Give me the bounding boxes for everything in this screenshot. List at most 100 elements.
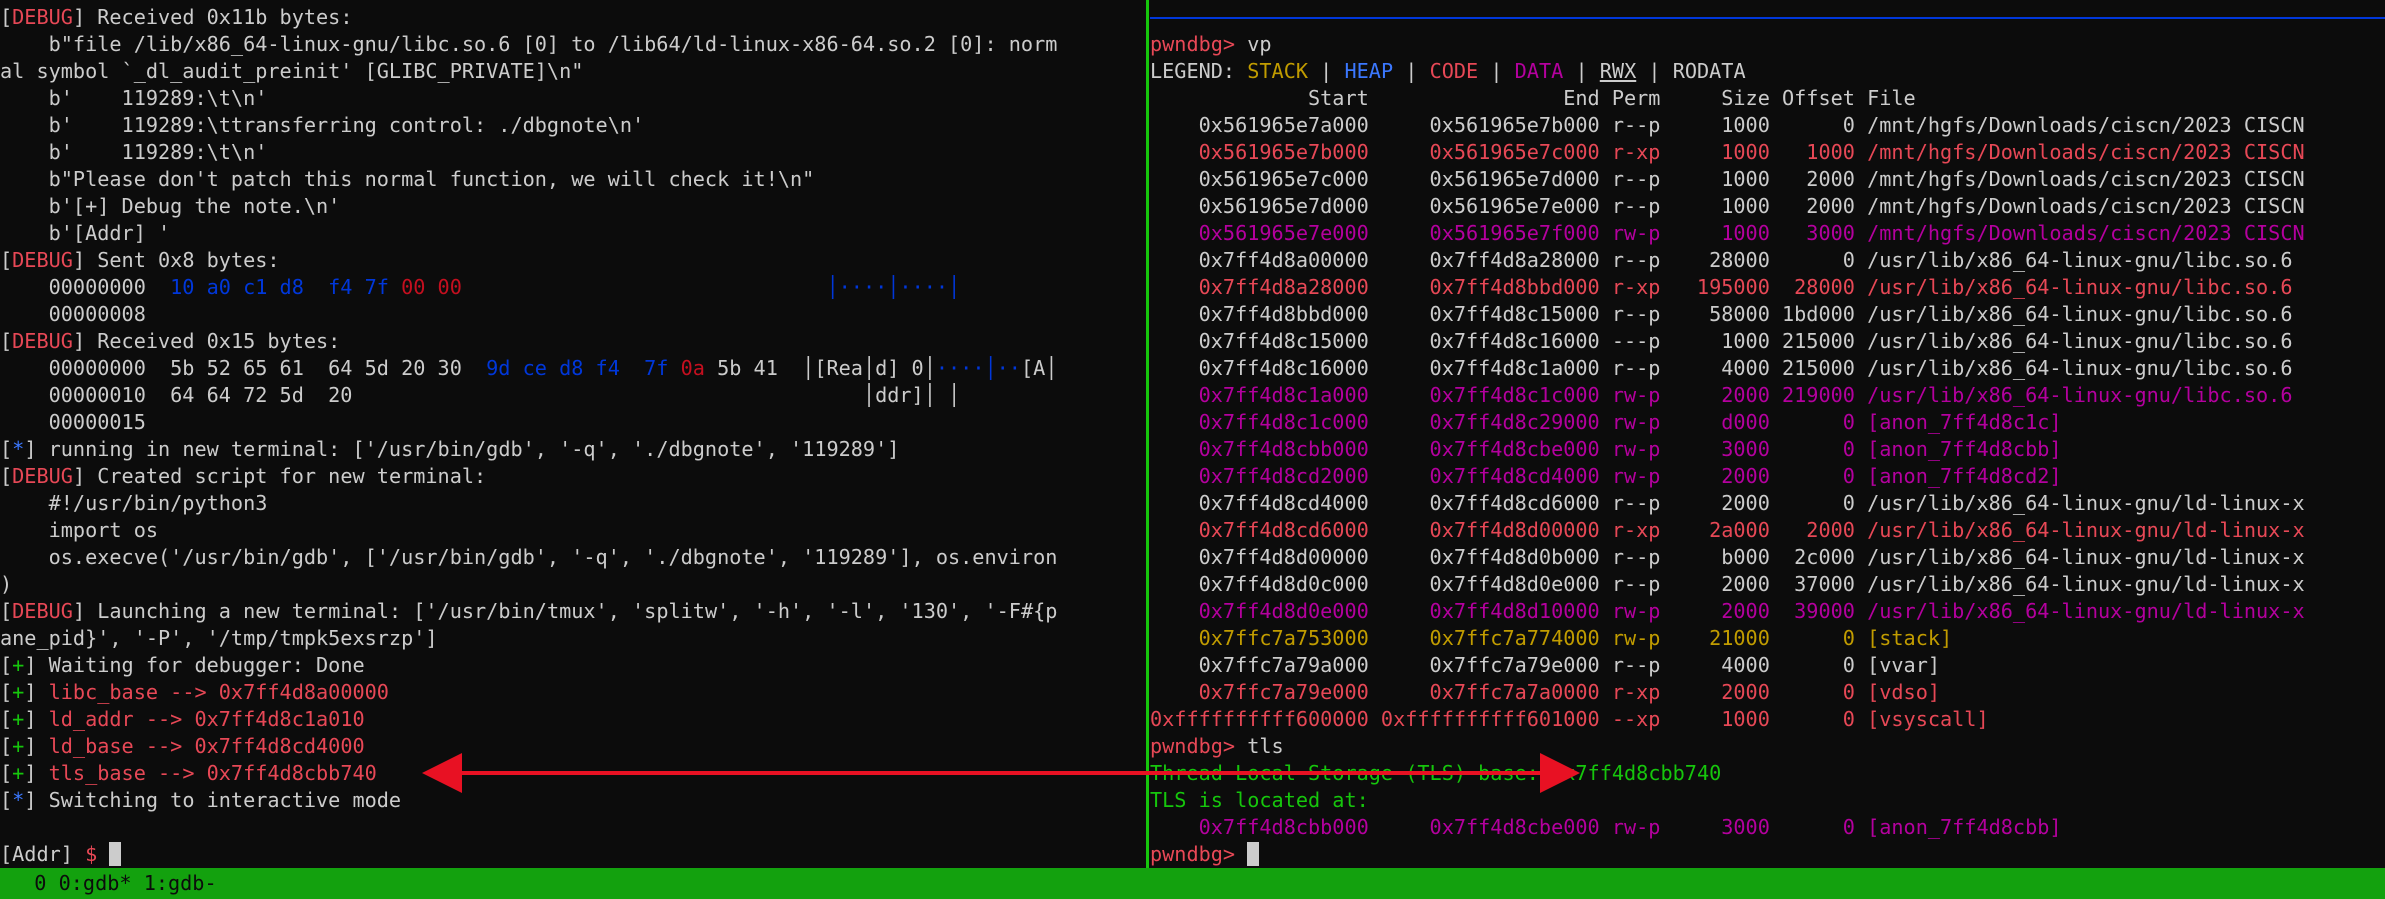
text-segment: Thread Local Storage (TLS) base:: [1150, 761, 1552, 785]
text-segment: ]: [24, 761, 49, 785]
text-segment: 10 a0 c1 d8 f4 7f: [170, 275, 402, 299]
text-segment: 0x7ff4d8c1a000 0x7ff4d8c1c000 rw-p 2000 …: [1150, 383, 2293, 407]
text-segment: [A│: [1020, 356, 1058, 380]
vmmap-row: 0x7ff4d8cd2000 0x7ff4d8cd4000 rw-p 2000 …: [1150, 463, 2062, 490]
text-segment: 00000015: [0, 410, 146, 434]
terminal-line: b"file /lib/x86_64-linux-gnu/libc.so.6 […: [0, 31, 1058, 58]
text-segment: b' 119289:\t\n': [0, 86, 268, 110]
terminal-line: 00000000 5b 52 65 61 64 5d 20 30 9d ce d…: [0, 355, 1058, 382]
text-segment: 0x561965e7d000 0x561965e7e000 r--p 1000 …: [1150, 194, 2305, 218]
text-segment: *: [12, 788, 25, 812]
text-segment: b' 119289:\t\n': [0, 140, 268, 164]
tmux-status-bar: 0 0:gdb* 1:gdb-: [0, 868, 2385, 899]
text-segment: [: [0, 734, 13, 758]
vmmap-row: 0x7ff4d8a28000 0x7ff4d8bbd000 r-xp 19500…: [1150, 274, 2293, 301]
vmmap-row: 0x561965e7d000 0x561965e7e000 r--p 1000 …: [1150, 193, 2305, 220]
text-segment: 0x7ff4d8d0e000 0x7ff4d8d10000 rw-p 2000 …: [1150, 599, 2305, 623]
terminal-line: b' 119289:\ttransferring control: ./dbgn…: [0, 112, 645, 139]
text-segment: b'[+] Debug the note.\n': [0, 194, 341, 218]
text-segment: 0x7ff4d8cbb000 0x7ff4d8cbe000 rw-p 3000 …: [1150, 815, 2062, 839]
left-terminal-pane[interactable]: [DEBUG] Received 0x11b bytes: b"file /li…: [0, 0, 1145, 868]
tmux-window-list[interactable]: 0 0:gdb* 1:gdb-: [10, 870, 216, 897]
text-segment: 0x561965e7c000 0x561965e7d000 r--p 1000 …: [1150, 167, 2305, 191]
terminal-line: b"Please don't patch this normal functio…: [0, 166, 815, 193]
text-segment: 0a: [680, 356, 705, 380]
text-segment: ] running in new terminal: ['/usr/bin/gd…: [24, 437, 900, 461]
text-segment: 0x7ffc7a753000 0x7ffc7a774000 rw-p 21000…: [1150, 626, 1953, 650]
terminal-line: b' 119289:\t\n': [0, 139, 268, 166]
pwndbg-prompt-line: pwndbg> vp: [1150, 31, 1272, 58]
text-segment: +: [12, 734, 25, 758]
terminal-line: [DEBUG] Received 0x11b bytes:: [0, 4, 352, 31]
text-segment: CODE: [1429, 59, 1479, 83]
terminal-line: [+] ld_addr --> 0x7ff4d8c1a010: [0, 706, 365, 733]
terminal-line: 00000000 10 a0 c1 d8 f4 7f 00 00 │····│·…: [0, 274, 961, 301]
vmmap-row: 0x561965e7e000 0x561965e7f000 rw-p 1000 …: [1150, 220, 2305, 247]
text-segment: ]: [24, 680, 49, 704]
text-segment: 0x7ff4d8c16000 0x7ff4d8c1a000 r--p 4000 …: [1150, 356, 2293, 380]
terminal-line: [DEBUG] Launching a new terminal: ['/usr…: [0, 598, 1057, 625]
text-segment: b' 119289:\ttransferring control: ./dbgn…: [0, 113, 645, 137]
vmmap-row: 0x7ff4d8d00000 0x7ff4d8d0b000 r--p b000 …: [1150, 544, 2305, 571]
text-segment: ld_base --> 0x7ff4d8cd4000: [48, 734, 365, 758]
text-segment: *: [12, 437, 25, 461]
cursor: [1247, 842, 1260, 866]
text-segment: [: [0, 5, 13, 29]
text-segment: libc_base --> 0x7ff4d8a00000: [48, 680, 389, 704]
text-segment: STACK: [1247, 59, 1309, 83]
vmmap-row: 0x7ff4d8c1c000 0x7ff4d8c29000 rw-p d000 …: [1150, 409, 2062, 436]
right-terminal-pane[interactable]: pwndbg> vp LEGEND: STACK | HEAP | CODE | …: [1150, 0, 2385, 868]
text-segment: import os: [0, 518, 159, 542]
text-segment: ane_pid}', '-P', '/tmp/tmpk5exsrzp']: [0, 626, 438, 650]
text-segment: [Addr]: [0, 842, 86, 866]
terminal-line: ): [0, 571, 12, 598]
terminal-line: #!/usr/bin/python3: [0, 490, 268, 517]
text-segment: 0x7ff4d8cbb000 0x7ff4d8cbe000 rw-p 3000 …: [1150, 437, 2062, 461]
terminal-line: [Addr] $: [0, 841, 122, 868]
text-segment: 0x561965e7b000 0x561965e7c000 r-xp 1000 …: [1150, 140, 2305, 164]
text-segment: ld_addr --> 0x7ff4d8c1a010: [48, 707, 365, 731]
terminal-line: [*] Switching to interactive mode: [0, 787, 401, 814]
text-segment: DEBUG: [12, 464, 73, 488]
vmmap-row: 0x7ff4d8c1a000 0x7ff4d8c1c000 rw-p 2000 …: [1150, 382, 2293, 409]
text-segment: 0x7ff4d8bbd000 0x7ff4d8c15000 r--p 58000…: [1150, 302, 2293, 326]
text-segment: |: [1563, 59, 1600, 83]
text-segment: 00000010 64 64 72 5d 20 │ddr]│ │: [0, 383, 961, 407]
text-segment: +: [12, 707, 25, 731]
terminal-line: [*] running in new terminal: ['/usr/bin/…: [0, 436, 899, 463]
vmmap-row: 0x7ff4d8c16000 0x7ff4d8c1a000 r--p 4000 …: [1150, 355, 2293, 382]
legend-line: LEGEND: STACK | HEAP | CODE | DATA | RWX…: [1150, 58, 1746, 85]
text-segment: [462, 275, 827, 299]
text-segment: ] Received 0x15 bytes:: [72, 329, 341, 353]
vmmap-row: 0x7ffc7a79a000 0x7ffc7a79e000 r--p 4000 …: [1150, 652, 1940, 679]
text-segment: 0x7ff4d8cd4000 0x7ff4d8cd6000 r--p 2000 …: [1150, 491, 2305, 515]
terminal-line: [DEBUG] Received 0x15 bytes:: [0, 328, 340, 355]
text-segment: |: [1393, 59, 1430, 83]
text-segment: DEBUG: [12, 248, 73, 272]
text-segment: $: [85, 842, 110, 866]
text-segment: ] Launching a new terminal: ['/usr/bin/t…: [72, 599, 1058, 623]
text-segment: |: [1308, 59, 1345, 83]
text-segment: 5b 41 │[Rea│d] 0│: [704, 356, 936, 380]
vmmap-header: Start End Perm Size Offset File: [1150, 85, 1916, 112]
text-segment: 0x561965e7e000 0x561965e7f000 rw-p 1000 …: [1150, 221, 2305, 245]
vmmap-row: 0x7ffc7a753000 0x7ffc7a774000 rw-p 21000…: [1150, 625, 1953, 652]
text-segment: [: [0, 761, 13, 785]
text-segment: pwndbg>: [1150, 32, 1248, 56]
vmmap-row: 0x561965e7b000 0x561965e7c000 r-xp 1000 …: [1150, 139, 2305, 166]
text-segment: [: [0, 707, 13, 731]
text-segment: |: [1478, 59, 1515, 83]
text-segment: 0x7ff4d8c1c000 0x7ff4d8c29000 rw-p d000 …: [1150, 410, 2062, 434]
text-segment: ]: [24, 707, 49, 731]
terminal-line: import os: [0, 517, 158, 544]
text-segment: [: [0, 437, 13, 461]
text-segment: pwndbg>: [1150, 842, 1248, 866]
text-segment: 0x7ff4d8cbb740: [1551, 761, 1722, 785]
text-segment: +: [12, 761, 25, 785]
pane-divider[interactable]: [1146, 0, 1149, 868]
text-segment: 0x7ffc7a79a000 0x7ffc7a79e000 r--p 4000 …: [1150, 653, 1941, 677]
text-segment: 00 00: [401, 275, 462, 299]
vmmap-row: 0x7ff4d8bbd000 0x7ff4d8c15000 r--p 58000…: [1150, 301, 2293, 328]
text-segment: ] Sent 0x8 bytes:: [72, 248, 280, 272]
terminal-line: al symbol `_dl_audit_preinit' [GLIBC_PRI…: [0, 58, 583, 85]
